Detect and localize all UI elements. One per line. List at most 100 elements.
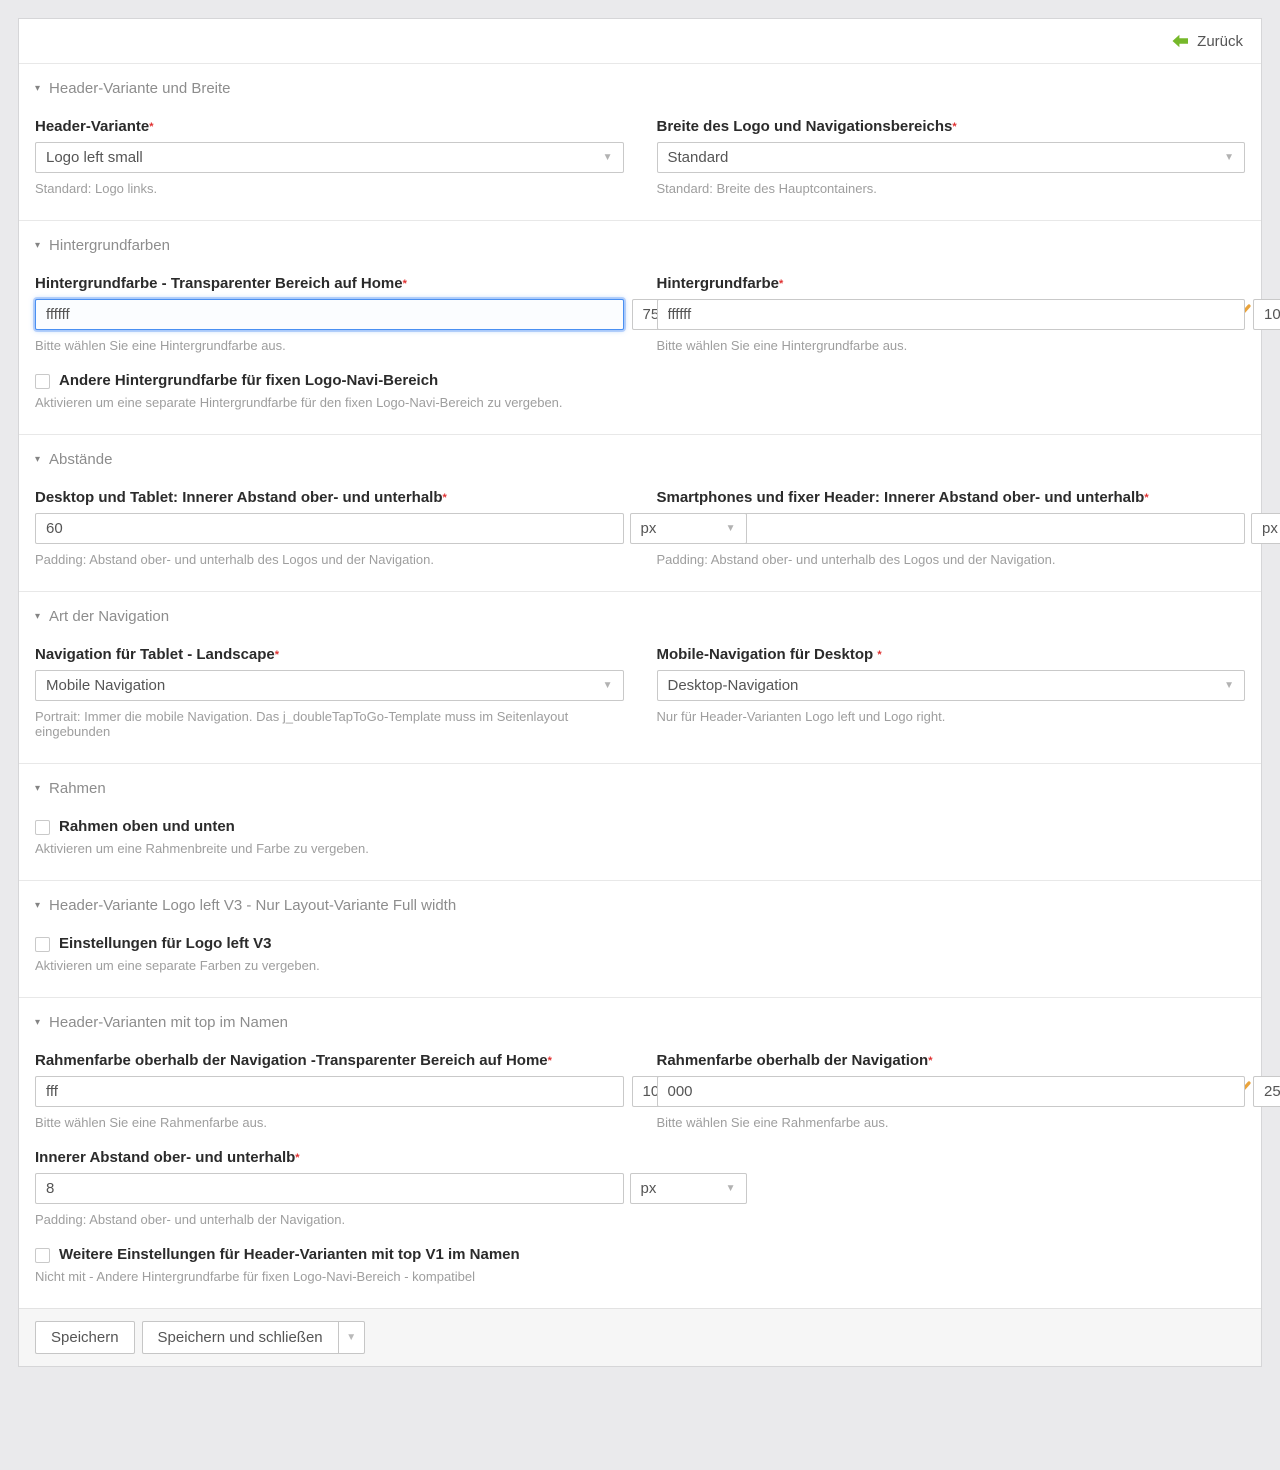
section-navigation: ▾ Art der Navigation Navigation für Tabl… <box>19 591 1261 763</box>
mobile-padding-unit-select[interactable]: px ▼ <box>1251 513 1280 544</box>
back-label: Zurück <box>1197 33 1243 50</box>
section-toggle-top-varianten[interactable]: ▾ Header-Varianten mit top im Namen <box>35 1014 1245 1031</box>
field-description: Padding: Abstand ober- und unterhalb des… <box>35 552 624 567</box>
section-header-variante: ▾ Header-Variante und Breite Header-Vari… <box>19 63 1261 220</box>
collapse-caret-icon: ▾ <box>35 784 40 794</box>
section-toggle-hintergrundfarben[interactable]: ▾ Hintergrundfarben <box>35 237 1245 254</box>
field-label: Hintergrundfarbe - Transparenter Bereich… <box>35 275 624 293</box>
section-title: Hintergrundfarben <box>49 237 170 254</box>
section-hintergrundfarben: ▾ Hintergrundfarben Hintergrundfarbe - T… <box>19 220 1261 434</box>
chevron-down-icon: ▼ <box>726 1174 736 1203</box>
field-label: Hintergrundfarbe* <box>657 275 1246 293</box>
header-variante-select[interactable]: Logo left small ▼ <box>35 142 624 173</box>
chevron-down-icon: ▼ <box>603 671 613 700</box>
settings-card: Zurück ▾ Header-Variante und Breite Head… <box>18 18 1262 1367</box>
border-opacity-input[interactable] <box>1253 1076 1280 1107</box>
collapse-caret-icon: ▾ <box>35 901 40 911</box>
top-inner-padding-unit-select[interactable]: px ▼ <box>630 1173 747 1204</box>
collapse-caret-icon: ▾ <box>35 612 40 622</box>
checkbox-label: Weitere Einstellungen für Header-Variant… <box>59 1246 520 1264</box>
checkbox-label: Andere Hintergrundfarbe für fixen Logo-N… <box>59 372 438 390</box>
border-hex-input[interactable] <box>657 1076 1246 1107</box>
checkbox-label: Einstellungen für Logo left V3 <box>59 935 272 953</box>
required-marker: * <box>779 278 783 290</box>
tablet-navigation-select[interactable]: Mobile Navigation ▼ <box>35 670 624 701</box>
field-description: Standard: Logo links. <box>35 181 624 196</box>
rahmen-checkbox[interactable] <box>35 820 50 835</box>
section-toggle-navigation[interactable]: ▾ Art der Navigation <box>35 608 1245 625</box>
field-label: Mobile-Navigation für Desktop * <box>657 646 1246 664</box>
field-description: Bitte wählen Sie eine Rahmenfarbe aus. <box>35 1115 624 1130</box>
field-description: Padding: Abstand ober- und unterhalb des… <box>657 552 1246 567</box>
required-marker: * <box>295 1152 299 1164</box>
field-label: Desktop und Tablet: Innerer Abstand ober… <box>35 489 624 507</box>
field-label: Innerer Abstand ober- und unterhalb* <box>35 1149 624 1167</box>
section-title: Header-Variante und Breite <box>49 80 231 97</box>
chevron-down-icon: ▼ <box>346 1332 356 1343</box>
required-marker: * <box>443 492 447 504</box>
section-title: Header-Varianten mit top im Namen <box>49 1014 288 1031</box>
bg-hex-input[interactable] <box>657 299 1246 330</box>
section-toggle-logo-left-v3[interactable]: ▾ Header-Variante Logo left V3 - Nur Lay… <box>35 897 1245 914</box>
section-toggle-header-variante[interactable]: ▾ Header-Variante und Breite <box>35 80 1245 97</box>
field-label: Navigation für Tablet - Landscape* <box>35 646 624 664</box>
required-marker: * <box>928 1055 932 1067</box>
field-description: Aktivieren um eine separate Farben zu ve… <box>35 958 1245 973</box>
field-label: Smartphones und fixer Header: Innerer Ab… <box>657 489 1246 507</box>
section-title: Art der Navigation <box>49 608 169 625</box>
save-close-button[interactable]: Speichern und schließen <box>142 1321 339 1354</box>
field-label: Header-Variante* <box>35 118 624 136</box>
field-description: Nur für Header-Varianten Logo left und L… <box>657 709 1246 724</box>
save-close-caret-button[interactable]: ▼ <box>338 1321 365 1354</box>
field-description: Bitte wählen Sie eine Hintergrundfarbe a… <box>657 338 1246 353</box>
top-v1-settings-checkbox[interactable] <box>35 1248 50 1263</box>
section-abstaende: ▾ Abstände Desktop und Tablet: Innerer A… <box>19 434 1261 591</box>
section-toggle-rahmen[interactable]: ▾ Rahmen <box>35 780 1245 797</box>
field-description: Nicht mit - Andere Hintergrundfarbe für … <box>35 1269 1245 1284</box>
top-inner-padding-input[interactable] <box>35 1173 624 1204</box>
chevron-down-icon: ▼ <box>726 514 736 543</box>
required-marker: * <box>952 121 956 133</box>
bg-home-hex-input[interactable] <box>35 299 624 330</box>
section-toggle-abstaende[interactable]: ▾ Abstände <box>35 451 1245 468</box>
checkbox-label: Rahmen oben und unten <box>59 818 235 836</box>
section-title: Abstände <box>49 451 112 468</box>
required-marker: * <box>149 121 153 133</box>
back-button[interactable]: Zurück <box>1172 33 1243 50</box>
field-label: Rahmenfarbe oberhalb der Navigation -Tra… <box>35 1052 624 1070</box>
back-arrow-icon <box>1172 34 1189 48</box>
toolbar: Zurück <box>19 19 1261 63</box>
border-home-hex-input[interactable] <box>35 1076 624 1107</box>
desktop-navigation-select[interactable]: Desktop-Navigation ▼ <box>657 670 1246 701</box>
logo-navi-breite-select[interactable]: Standard ▼ <box>657 142 1246 173</box>
desktop-padding-unit-select[interactable]: px ▼ <box>630 513 747 544</box>
collapse-caret-icon: ▾ <box>35 84 40 94</box>
field-description: Standard: Breite des Hauptcontainers. <box>657 181 1246 196</box>
required-marker: * <box>275 649 279 661</box>
desktop-padding-input[interactable] <box>35 513 624 544</box>
save-button[interactable]: Speichern <box>35 1321 135 1354</box>
collapse-caret-icon: ▾ <box>35 241 40 251</box>
required-marker: * <box>877 649 881 661</box>
field-description: Aktivieren um eine separate Hintergrundf… <box>35 395 1245 410</box>
logo-left-v3-checkbox[interactable] <box>35 937 50 952</box>
required-marker: * <box>548 1055 552 1067</box>
required-marker: * <box>403 278 407 290</box>
fixed-bg-checkbox[interactable] <box>35 374 50 389</box>
save-close-split-button: Speichern und schließen ▼ <box>142 1321 365 1354</box>
section-top-varianten: ▾ Header-Varianten mit top im Namen Rahm… <box>19 997 1261 1308</box>
field-description: Padding: Abstand ober- und unterhalb der… <box>35 1212 624 1227</box>
bg-opacity-input[interactable] <box>1253 299 1280 330</box>
section-title: Header-Variante Logo left V3 - Nur Layou… <box>49 897 456 914</box>
field-description: Bitte wählen Sie eine Hintergrundfarbe a… <box>35 338 624 353</box>
required-marker: * <box>1144 492 1148 504</box>
chevron-down-icon: ▼ <box>1224 143 1234 172</box>
chevron-down-icon: ▼ <box>1224 671 1234 700</box>
field-label: Rahmenfarbe oberhalb der Navigation* <box>657 1052 1246 1070</box>
section-logo-left-v3: ▾ Header-Variante Logo left V3 - Nur Lay… <box>19 880 1261 997</box>
field-description: Aktivieren um eine Rahmenbreite und Farb… <box>35 841 1245 856</box>
field-description: Portrait: Immer die mobile Navigation. D… <box>35 709 624 739</box>
footer-actions: Speichern Speichern und schließen ▼ <box>19 1308 1261 1366</box>
collapse-caret-icon: ▾ <box>35 455 40 465</box>
field-description: Bitte wählen Sie eine Rahmenfarbe aus. <box>657 1115 1246 1130</box>
